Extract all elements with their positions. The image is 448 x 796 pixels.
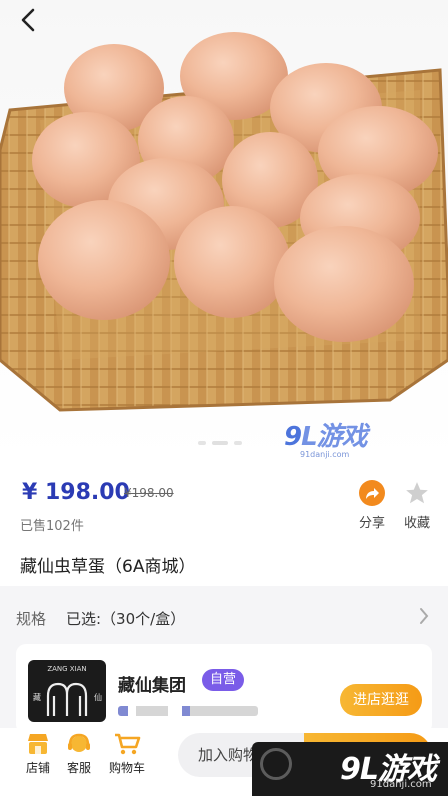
watermark-logo: 9L游戏 91danji.com bbox=[284, 422, 368, 459]
favorite-label: 收藏 bbox=[403, 516, 430, 531]
product-title: 藏仙虫草蛋（6A商城） bbox=[20, 557, 196, 577]
store-meta bbox=[118, 706, 258, 716]
cart-icon bbox=[115, 733, 141, 755]
headset-icon bbox=[68, 733, 90, 752]
carousel-indicator bbox=[198, 441, 242, 445]
original-price: ¥198.00 bbox=[124, 486, 174, 500]
favorite-button[interactable]: 收藏 bbox=[397, 480, 437, 531]
watermark-url: 91danji.com bbox=[370, 779, 432, 790]
store-logo-text: ZANG XIAN bbox=[47, 665, 86, 673]
current-price: ¥ 198.00 bbox=[22, 480, 130, 505]
store-logo-char-left: 藏 bbox=[33, 692, 41, 702]
chevron-left-icon bbox=[21, 8, 35, 32]
self-operated-badge: 自营 bbox=[202, 669, 245, 691]
store-name: 藏仙集团 bbox=[118, 676, 186, 696]
back-button[interactable] bbox=[18, 8, 48, 38]
star-icon bbox=[406, 482, 428, 504]
store-icon bbox=[28, 734, 48, 754]
service-tab-label: 客服 bbox=[66, 761, 91, 775]
shop-tab-label: 店铺 bbox=[25, 761, 50, 775]
share-icon bbox=[359, 480, 385, 506]
cart-tab[interactable]: 购物车 bbox=[103, 732, 151, 776]
carousel-dot bbox=[234, 441, 242, 445]
spec-label: 规格 bbox=[16, 610, 47, 628]
customer-service-tab[interactable]: 客服 bbox=[55, 732, 103, 776]
watermark-circle-icon bbox=[260, 748, 292, 780]
spec-value: 已选:（30个/盒） bbox=[66, 610, 186, 628]
chevron-right-icon bbox=[420, 608, 429, 624]
store-logo-char-right: 仙 bbox=[94, 692, 102, 702]
store-logo: ZANG XIAN 藏 仙 bbox=[28, 660, 106, 722]
product-photo bbox=[0, 32, 448, 412]
product-image-carousel[interactable]: 9L游戏 91danji.com bbox=[0, 0, 448, 462]
watermark-text: 9L游戏 bbox=[284, 422, 368, 452]
cart-tab-label: 购物车 bbox=[108, 761, 145, 775]
share-button[interactable]: 分享 bbox=[352, 480, 392, 531]
share-label: 分享 bbox=[358, 516, 385, 531]
sold-count: 已售102件 bbox=[20, 519, 84, 534]
carousel-dot bbox=[198, 441, 206, 445]
enter-store-button[interactable]: 进店逛逛 bbox=[340, 684, 422, 716]
carousel-dot-active bbox=[212, 441, 228, 445]
